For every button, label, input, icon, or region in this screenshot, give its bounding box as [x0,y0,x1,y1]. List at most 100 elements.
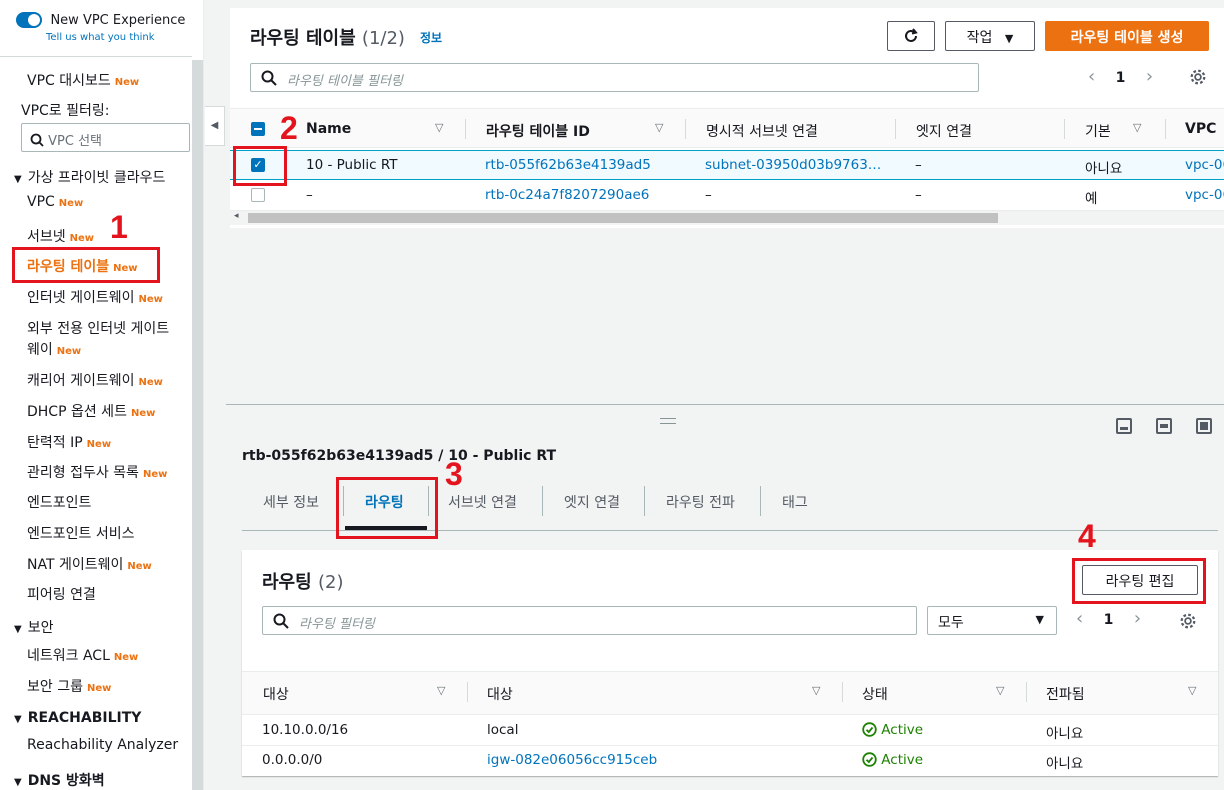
column-divider[interactable] [842,682,843,702]
sort-icon[interactable]: ▽ [1188,684,1196,697]
sidebar-item-reachability-analyzer[interactable]: Reachability Analyzer [27,737,178,753]
panel-full-icon[interactable] [1196,418,1212,434]
table-row[interactable]: ✓ 10 - Public RT rtb-055f62b63e4139ad5 s… [230,150,1224,180]
pagination: ‹ 1 › [1076,608,1141,629]
column-divider[interactable] [685,119,686,139]
column-divider[interactable] [1026,682,1027,702]
column-subnet-assoc[interactable]: 명시적 서브넷 연결 [706,121,818,141]
tab-subnet-associations[interactable]: 서브넷 연결 [448,492,517,512]
scrollbar-thumb[interactable] [248,213,998,223]
sidebar-item-label: VPC 대시보드 [27,73,111,89]
scroll-left-icon[interactable]: ◂ [234,211,239,221]
column-propagated[interactable]: 전파됨 [1046,684,1085,704]
section-label: REACHABILITY [27,710,142,726]
status-text: Active [881,722,924,738]
sidebar-item-label: 웨이 [27,342,53,358]
actions-dropdown[interactable]: 작업 ▼ [945,21,1035,51]
sidebar-item-nat-gateways[interactable]: NAT 게이트웨이 New [27,554,152,574]
cell-route-table-id[interactable]: rtb-0c24a7f8207290ae6 [485,187,649,203]
column-divider[interactable] [467,682,468,702]
sidebar-section-security[interactable]: ▼ 보안 [14,617,53,637]
split-divider[interactable] [226,404,1224,405]
collapse-sidebar-button[interactable]: ◀ [205,106,225,146]
cell-target[interactable]: igw-082e06056cc915ceb [487,752,657,768]
column-name[interactable]: Name [306,121,351,137]
resize-grip-icon[interactable] [660,418,676,424]
sidebar-section-reachability[interactable]: ▼ REACHABILITY [14,710,141,726]
sidebar-item-endpoint-services[interactable]: 엔드포인트 서비스 [27,523,135,543]
page-number[interactable]: 1 [1104,612,1114,628]
feedback-link[interactable]: Tell us what you think [46,32,155,43]
chevron-left-icon[interactable]: ‹ [1088,66,1095,87]
column-divider[interactable] [895,119,896,139]
sidebar-item-elastic-ip[interactable]: 탄력적 IP New [27,432,111,452]
sort-icon[interactable]: ▽ [812,684,820,697]
sidebar-item-dhcp[interactable]: DHCP 옵션 세트 New [27,401,155,421]
sidebar-item-vpc[interactable]: VPC New [27,194,83,210]
tab-details[interactable]: 세부 정보 [263,492,319,512]
sidebar-item-egress-gateways[interactable]: 외부 전용 인터넷 게이트 [27,318,169,338]
sidebar-section-dns-firewall[interactable]: ▼ DNS 방화벽 [14,770,105,790]
sort-icon[interactable]: ▽ [435,121,443,134]
sidebar-item-egress-gateways-cont[interactable]: 웨이 New [27,339,81,359]
table-row[interactable]: – rtb-0c24a7f8207290ae6 – – 예 vpc-06 [230,181,1224,211]
create-route-table-button[interactable]: 라우팅 테이블 생성 [1045,21,1209,51]
column-status[interactable]: 상태 [862,684,888,704]
routes-filter-select[interactable]: 모두 ▼ [927,606,1057,635]
tab-tags[interactable]: 태그 [782,492,808,512]
vpc-filter-select[interactable]: VPC 선택 [21,123,190,152]
settings-gear-icon[interactable] [1179,612,1197,630]
caret-down-icon: ▼ [1004,32,1014,45]
column-route-table-id[interactable]: 라우팅 테이블 ID [486,121,590,141]
refresh-button[interactable] [887,21,935,51]
cell-subnet[interactable]: subnet-03950d03b9763… [705,157,881,173]
caret-down-icon: ▼ [14,714,22,725]
column-edge-assoc[interactable]: 엣지 연결 [916,121,972,141]
chevron-right-icon[interactable]: › [1146,66,1153,87]
column-vpc[interactable]: VPC [1185,121,1216,137]
sort-icon[interactable]: ▽ [1133,121,1141,134]
route-table-search-input[interactable]: 라우팅 테이블 필터링 [250,63,979,92]
info-link[interactable]: 정보 [420,29,442,46]
cell-vpc[interactable]: vpc-06 [1185,157,1224,173]
routes-search-input[interactable]: 라우팅 필터링 [262,606,917,635]
cell-route-table-id[interactable]: rtb-055f62b63e4139ad5 [485,157,651,173]
sidebar-scrollbar[interactable] [192,60,203,790]
sort-icon[interactable]: ▽ [437,684,445,697]
vpc-experience-toggle[interactable]: New VPC Experience [16,12,185,28]
sort-icon[interactable]: ▽ [655,121,663,134]
chevron-left-icon[interactable]: ‹ [1076,608,1083,629]
panel-split-icon[interactable] [1156,418,1172,434]
tab-route-propagation[interactable]: 라우팅 전파 [666,492,735,512]
settings-gear-icon[interactable] [1189,68,1207,86]
column-divider[interactable] [1165,119,1166,139]
sidebar-item-dashboard[interactable]: VPC 대시보드 New [27,70,139,90]
tab-edge-associations[interactable]: 엣지 연결 [564,492,620,512]
sidebar-item-prefix-lists[interactable]: 관리형 접두사 목록 New [27,462,167,482]
chevron-right-icon[interactable]: › [1134,608,1141,629]
cell-propagated: 아니요 [1046,756,1084,772]
row-checkbox[interactable] [251,188,265,202]
panel-bottom-icon[interactable] [1116,418,1132,434]
vpc-filter-label: VPC로 필터링: [21,103,110,119]
sidebar-item-security-groups[interactable]: 보안 그룹 New [27,676,111,696]
column-destination[interactable]: 대상 [263,684,289,704]
sidebar-item-carrier-gateways[interactable]: 캐리어 게이트웨이 New [27,370,163,390]
sidebar-section-vpc[interactable]: ▼ 가상 프라이빗 클라우드 [14,167,165,187]
column-main[interactable]: 기본 [1085,121,1111,141]
horizontal-scrollbar[interactable]: ◂ [230,211,1224,225]
sidebar-item-subnets[interactable]: 서브넷 New [27,226,94,246]
column-divider[interactable] [465,119,466,139]
sidebar-item-peering[interactable]: 피어링 연결 [27,584,96,604]
sort-icon[interactable]: ▽ [996,684,1004,697]
sidebar-item-internet-gateways[interactable]: 인터넷 게이트웨이 New [27,287,163,307]
cell-vpc[interactable]: vpc-06 [1185,187,1224,203]
sidebar-item-network-acl[interactable]: 네트워크 ACL New [27,645,138,665]
sidebar-item-endpoints[interactable]: 엔드포인트 [27,492,91,512]
cell-target: local [487,722,519,738]
column-target[interactable]: 대상 [487,684,513,704]
column-divider[interactable] [1064,119,1065,139]
select-all-checkbox[interactable] [251,122,265,136]
toggle-icon[interactable] [16,12,42,28]
page-number[interactable]: 1 [1116,70,1126,86]
